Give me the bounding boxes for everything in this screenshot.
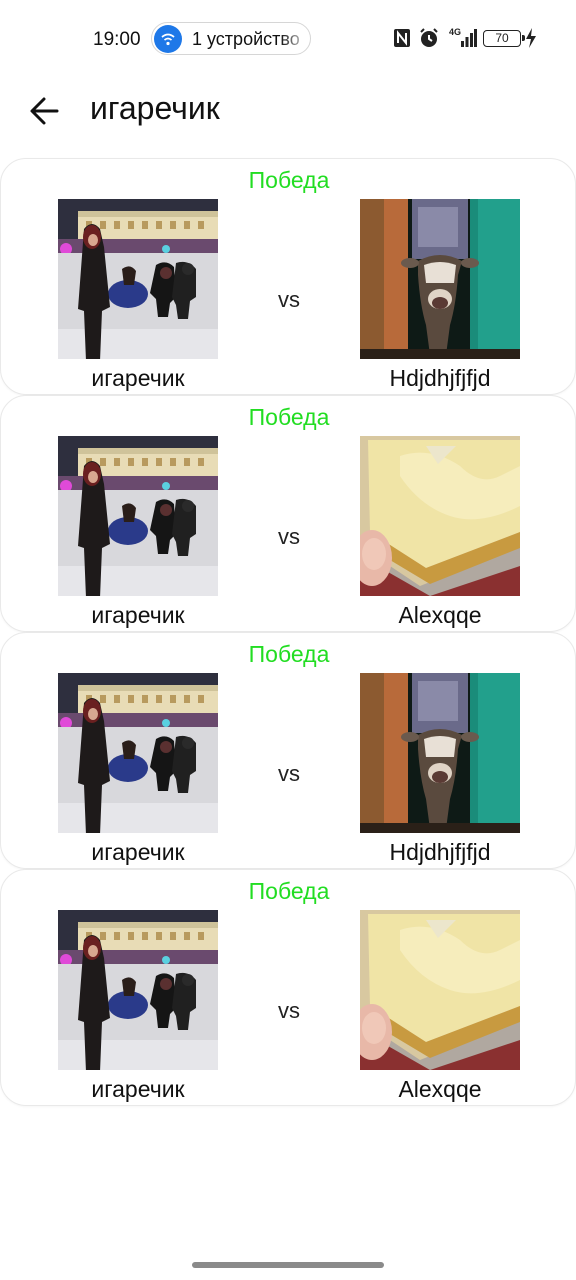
back-button[interactable] <box>24 90 66 132</box>
opponent-name: Alexqqe <box>398 602 482 628</box>
devices-pill-label: 1 устройство <box>192 29 300 49</box>
player-name: игаречик <box>91 365 185 391</box>
match-card[interactable]: Победа vs игаречик Hdjdhjfjfjd <box>0 158 576 395</box>
network-type: 4G <box>449 27 461 37</box>
signal-icon: 4G <box>449 27 477 47</box>
player-name: игаречик <box>91 602 185 628</box>
page-title: игаречик <box>90 90 220 126</box>
player-photo <box>58 910 218 1070</box>
arrow-left-icon <box>30 97 59 125</box>
match-card[interactable]: Победа vs игаречик Alexqqe <box>0 395 576 632</box>
match-result: Победа <box>248 404 330 430</box>
opponent-name: Hdjdhjfjfjd <box>389 365 491 391</box>
match-list: Победа vs игаречик Hdjdhjfjfjd Победа vs… <box>0 158 576 1106</box>
player-photo <box>58 199 218 359</box>
status-bar: 19:00 1 устройство 4G 70 <box>0 0 576 78</box>
match-card[interactable]: Победа vs игаречик Alexqqe <box>0 869 576 1106</box>
app-bar: игаречик <box>0 78 576 142</box>
home-indicator[interactable] <box>192 1262 384 1268</box>
alarm-icon <box>420 28 438 47</box>
battery-icon: 70 <box>483 30 525 47</box>
opponent-photo <box>360 436 520 596</box>
player-name: игаречик <box>91 839 185 865</box>
player-name: игаречик <box>91 1076 185 1102</box>
player-photo <box>58 673 218 833</box>
match-card[interactable]: Победа vs игаречик Hdjdhjfjfjd <box>0 632 576 869</box>
player-photo <box>58 436 218 596</box>
match-result: Победа <box>248 641 330 667</box>
opponent-photo <box>360 910 520 1070</box>
match-result: Победа <box>248 878 330 904</box>
devices-pill[interactable]: 1 устройство <box>151 22 311 55</box>
opponent-photo <box>360 673 520 833</box>
match-result: Победа <box>248 167 330 193</box>
charging-icon <box>526 28 536 48</box>
opponent-photo <box>360 199 520 359</box>
nfc-icon <box>394 29 410 47</box>
status-time: 19:00 <box>93 29 141 50</box>
opponent-name: Alexqqe <box>398 1076 482 1102</box>
opponent-name: Hdjdhjfjfjd <box>389 839 491 865</box>
wifi-hotspot-icon <box>154 25 182 53</box>
